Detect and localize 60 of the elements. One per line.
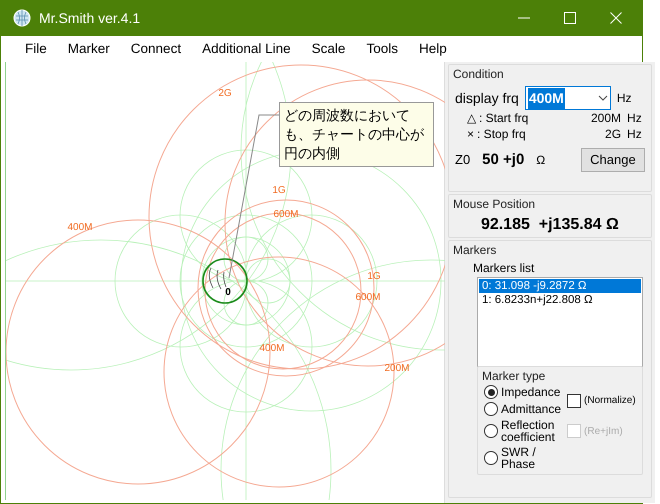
menu-item[interactable]: Scale bbox=[300, 38, 354, 60]
checkbox[interactable] bbox=[567, 394, 582, 408]
group-title: Markers bbox=[453, 242, 496, 259]
radio-label: SWR / Phase bbox=[501, 446, 537, 470]
marker-trace bbox=[208, 268, 226, 290]
list-item[interactable]: 0: 31.098 -j9.2872 Ω bbox=[479, 279, 641, 293]
menu-item[interactable]: Connect bbox=[118, 38, 190, 60]
radio-button[interactable] bbox=[484, 402, 498, 416]
menu-item[interactable]: Help bbox=[406, 38, 456, 60]
field-label: : Stop frq bbox=[477, 126, 527, 142]
frequency-label: 600M bbox=[274, 209, 298, 220]
markers-listbox[interactable]: 0: 31.098 -j9.2872 Ω 1: 6.8233n+j22.808 Ω bbox=[477, 277, 643, 367]
field-value: 200M bbox=[591, 110, 622, 126]
menu-item[interactable]: Marker bbox=[56, 38, 119, 60]
field-label: Z0 bbox=[455, 151, 470, 169]
unit-label: Hz bbox=[627, 110, 642, 126]
list-item[interactable]: 1: 6.8233n+j22.808 Ω bbox=[479, 293, 641, 307]
unit-label: Ω bbox=[536, 152, 546, 169]
mouse-position-value: 92.185 +j135.84 Ω bbox=[480, 215, 620, 235]
frequency-symbol: × bbox=[467, 126, 474, 142]
frequency-label: 2G bbox=[218, 88, 232, 99]
menu-item[interactable]: Tools bbox=[354, 38, 407, 60]
unit-label: Hz bbox=[616, 90, 632, 107]
menu-item[interactable]: Additional Line bbox=[190, 38, 300, 60]
frequency-symbol: △ bbox=[467, 110, 476, 126]
unit-circle bbox=[202, 258, 248, 304]
radio-label: Reflection coefficient bbox=[501, 419, 556, 443]
chevron-down-icon[interactable] bbox=[598, 95, 608, 101]
group-title: Condition bbox=[453, 66, 504, 83]
minimize-icon[interactable] bbox=[518, 17, 530, 19]
menu-item[interactable]: File bbox=[13, 38, 56, 60]
group-title: Marker type bbox=[482, 368, 546, 385]
radio-button[interactable] bbox=[484, 385, 498, 399]
frequency-label: 600M bbox=[356, 292, 380, 303]
unit-label: Hz bbox=[627, 126, 642, 142]
field-value: 2G bbox=[605, 126, 622, 142]
frequency-label: 400M bbox=[68, 222, 92, 233]
close-icon[interactable] bbox=[610, 12, 622, 24]
frequency-label: 400M bbox=[260, 343, 284, 354]
change-button[interactable]: Change bbox=[581, 148, 645, 172]
callout-note: どの周波数においても、チャートの中心が円の内側 bbox=[279, 102, 434, 167]
maximize-icon[interactable] bbox=[564, 12, 576, 24]
frequency-label: 1G bbox=[272, 185, 286, 196]
radio-label: Impedance bbox=[501, 386, 560, 398]
field-label: display frq bbox=[455, 88, 519, 108]
z0-value: 50 +j0 bbox=[482, 150, 524, 170]
checkbox-label: (Normalize) bbox=[584, 394, 636, 408]
frequency-label: 200M bbox=[384, 363, 410, 374]
radio-label: Admittance bbox=[501, 403, 562, 415]
group-title: Mouse Position bbox=[453, 196, 536, 213]
globe-icon bbox=[13, 9, 31, 27]
frequency-dropdown[interactable]: 400M bbox=[524, 86, 611, 110]
checkbox-label: (Re+jIm) bbox=[584, 424, 623, 438]
origin-label: 0 bbox=[225, 287, 231, 298]
radio-button[interactable] bbox=[484, 424, 498, 438]
frequency-label: 1G bbox=[367, 271, 381, 282]
radio-button[interactable] bbox=[484, 451, 498, 465]
list-label: Markers list bbox=[473, 260, 536, 277]
window-title: Mr.Smith ver.4.1 bbox=[39, 8, 140, 28]
field-label: : Start frq bbox=[479, 110, 530, 126]
